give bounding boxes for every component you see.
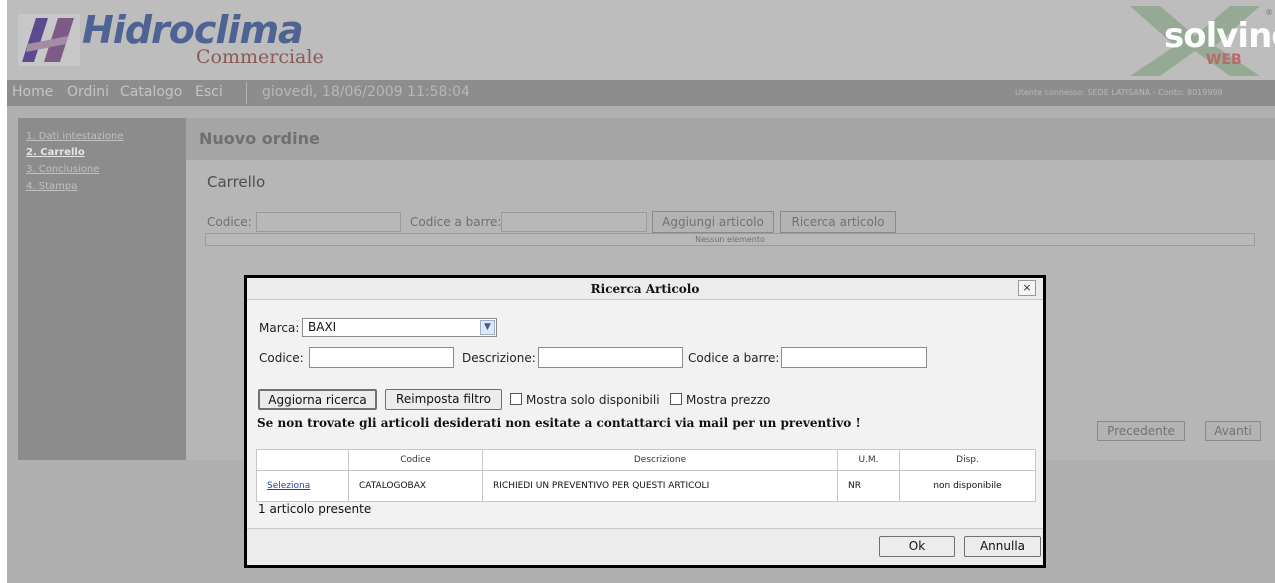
partner-logo-reg: ® xyxy=(1265,8,1273,17)
codice-input[interactable] xyxy=(256,212,401,232)
ok-button[interactable]: Ok xyxy=(879,536,955,557)
nav-date: giovedì, 18/06/2009 11:58:04 xyxy=(262,84,470,100)
next-button[interactable]: Avanti xyxy=(1205,421,1261,441)
barcode-label: Codice a barre: xyxy=(688,351,780,365)
sidebar-item-stampa[interactable]: 4. Stampa xyxy=(26,181,77,192)
column-header-descrizione: Descrizione xyxy=(482,449,838,471)
row-um: NR xyxy=(837,470,900,502)
nav-ordini[interactable]: Ordini xyxy=(67,84,109,100)
descrizione-input[interactable] xyxy=(538,347,683,368)
nav-esci[interactable]: Esci xyxy=(195,84,223,100)
column-header-um: U.M. xyxy=(837,449,900,471)
barcode-label: Codice a barre: xyxy=(410,215,502,229)
table-row: Seleziona CATALOGOBAX RICHIEDI UN PREVEN… xyxy=(256,470,1036,502)
reset-filter-button[interactable]: Reimposta filtro xyxy=(385,389,502,410)
codice-label: Codice: xyxy=(259,351,304,365)
only-available-label: Mostra solo disponibili xyxy=(526,393,660,407)
partner-logo-subtitle: WEB xyxy=(1206,52,1242,68)
add-article-button[interactable]: Aggiungi articolo xyxy=(652,211,774,233)
previous-button[interactable]: Precedente xyxy=(1097,421,1185,441)
page-title: Nuovo ordine xyxy=(199,129,320,148)
logo-subtitle: Commerciale xyxy=(196,46,324,68)
row-descrizione: RICHIEDI UN PREVENTIVO PER QUESTI ARTICO… xyxy=(482,470,838,502)
codice-label: Codice: xyxy=(207,215,252,229)
nav-divider xyxy=(246,82,247,104)
sidebar-item-carrello[interactable]: 2. Carrello xyxy=(26,147,85,158)
title-bar xyxy=(186,118,1275,160)
descrizione-label: Descrizione: xyxy=(462,351,536,365)
column-header-codice: Codice xyxy=(348,449,483,471)
sidebar-item-dati-intestazione[interactable]: 1. Dati intestazione xyxy=(26,131,124,142)
nav-catalogo[interactable]: Catalogo xyxy=(120,84,182,100)
row-disp-status: non disponibile xyxy=(899,470,1036,502)
marca-label: Marca: xyxy=(259,321,300,335)
table-header-row: Codice Descrizione U.M. Disp. xyxy=(256,449,1036,471)
codice-input[interactable] xyxy=(309,347,454,368)
row-action-cell: Seleziona xyxy=(256,470,349,502)
sidebar-item-conclusione[interactable]: 3. Conclusione xyxy=(26,164,99,175)
only-available-checkbox[interactable] xyxy=(510,393,522,405)
row-codice: CATALOGOBAX xyxy=(348,470,483,502)
marca-select[interactable]: BAXI xyxy=(302,318,497,337)
solving-web-logo-icon: solving ® WEB xyxy=(1120,6,1275,76)
dialog-title: Ricerca Articolo xyxy=(247,278,1043,300)
cancel-button[interactable]: Annulla xyxy=(964,536,1041,557)
chevron-down-icon[interactable]: ▼ xyxy=(480,320,495,335)
result-count: 1 articolo presente xyxy=(258,502,372,516)
warning-message: Se non trovate gli articoli desiderati n… xyxy=(257,416,861,430)
show-price-checkbox[interactable] xyxy=(670,393,682,405)
update-search-button[interactable]: Aggiorna ricerca xyxy=(258,389,377,410)
nav-home[interactable]: Home xyxy=(12,84,53,100)
search-article-button[interactable]: Ricerca articolo xyxy=(780,211,896,233)
empty-cart-message: Nessun elemento xyxy=(205,233,1255,246)
barcode-input[interactable] xyxy=(501,212,647,232)
column-header-disp: Disp. xyxy=(899,449,1036,471)
column-header-action xyxy=(256,449,349,471)
barcode-input[interactable] xyxy=(781,347,927,368)
select-link[interactable]: Seleziona xyxy=(267,481,310,491)
close-icon[interactable]: × xyxy=(1018,280,1036,296)
hidroclima-logo-icon xyxy=(18,14,80,66)
partner-logo-text: solving xyxy=(1164,16,1275,56)
connected-user: Utente connesso: SEDE LATISANA - Conto: … xyxy=(1015,88,1223,97)
section-title: Carrello xyxy=(207,173,266,191)
show-price-label: Mostra prezzo xyxy=(686,393,771,407)
results-table: Codice Descrizione U.M. Disp. Seleziona … xyxy=(256,449,1036,502)
